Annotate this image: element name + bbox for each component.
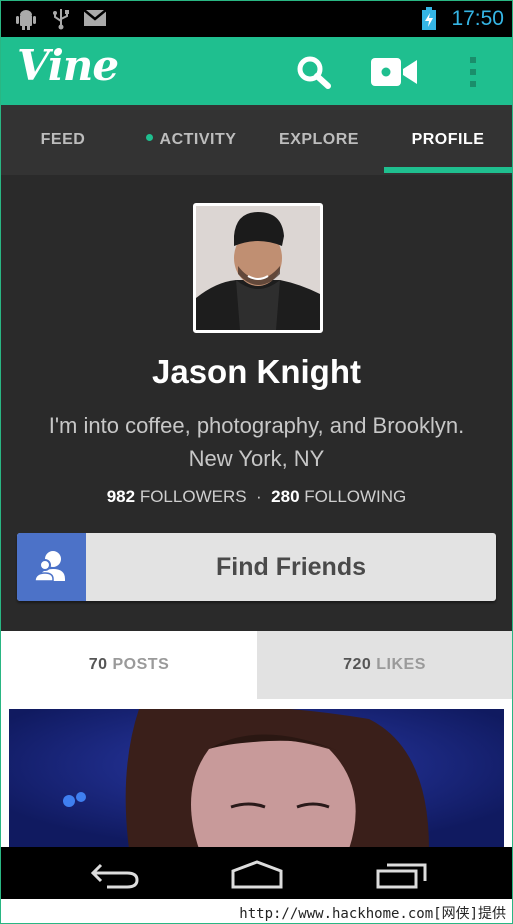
profile-header: Jason Knight I'm into coffee, photograph… [1,175,512,631]
stats-separator: · [256,487,262,506]
activity-indicator-dot [145,134,153,142]
tab-likes[interactable]: 720 LIKES [257,631,512,699]
profile-bio: I'm into coffee, photography, and Brookl… [1,409,512,475]
home-icon[interactable] [229,859,285,894]
posts-count: 70 [88,656,108,673]
location-text: New York, NY [188,446,325,471]
tab-posts[interactable]: 70 POSTS [1,631,257,699]
followers-link[interactable]: 982 FOLLOWERS [107,487,247,506]
overflow-menu-icon[interactable] [468,55,478,94]
following-label: FOLLOWING [304,487,407,506]
back-icon[interactable] [89,861,141,894]
android-debug-icon [15,8,37,35]
posts-label: POSTS [112,656,170,673]
recent-apps-icon[interactable] [375,859,429,894]
posts-feed [1,699,512,849]
likes-label: LIKES [376,656,426,673]
status-bar: 17:50 [1,1,512,37]
search-icon[interactable] [296,55,332,94]
action-bar: Vine [1,37,512,105]
vine-logo[interactable]: Vine [17,41,119,90]
follow-stats: 982 FOLLOWERS · 280 FOLLOWING [1,487,512,507]
following-count: 280 [271,487,300,506]
watermark: http://www.hackhome.com[网侠]提供 [1,899,512,923]
bio-text: I'm into coffee, photography, and Brookl… [48,413,465,438]
avatar[interactable] [193,203,323,333]
tab-profile[interactable]: PROFILE [384,105,512,175]
add-friends-icon [17,533,86,601]
tab-feed[interactable]: FEED [1,105,125,175]
tab-explore[interactable]: EXPLORE [257,105,381,175]
find-friends-button[interactable]: Find Friends [17,533,496,601]
clock: 17:50 [451,7,504,30]
watermark-text: http://www.hackhome.com[网侠]提供 [239,906,506,922]
main-tabs: FEED ACTIVITY EXPLORE PROFILE [1,105,512,175]
gmail-icon [83,8,107,33]
post-video-thumbnail[interactable] [9,709,504,849]
phone-screen: 17:50 Vine FEED ACTIVITY EXPLORE PROFILE [0,0,513,924]
video-camera-icon[interactable] [371,57,419,92]
following-link[interactable]: 280 FOLLOWING [271,487,406,506]
tab-activity[interactable]: ACTIVITY [129,105,253,175]
usb-icon [51,8,71,35]
battery-charging-icon [421,7,437,36]
followers-count: 982 [106,487,136,506]
system-nav-bar [1,847,512,899]
likes-count: 720 [343,656,372,673]
followers-label: FOLLOWERS [139,487,247,506]
active-tab-indicator [384,167,512,173]
profile-name: Jason Knight [151,353,361,390]
find-friends-label: Find Friends [216,553,366,581]
